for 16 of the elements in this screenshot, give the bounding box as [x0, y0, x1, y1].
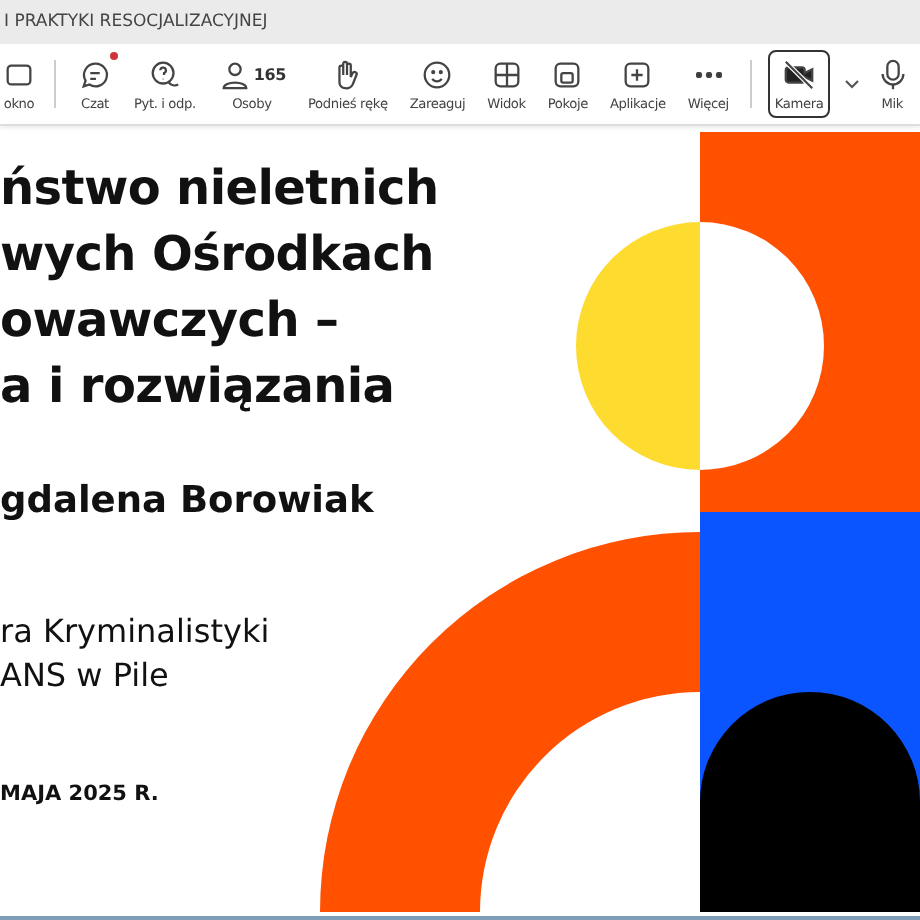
slide-title: ństwo nieletnich wych Ośrodkach owawczych – a i rozwiązania: [0, 158, 441, 418]
plus-square-icon: [620, 57, 655, 91]
author-name: gdalena Borowiak: [0, 480, 376, 522]
grid-icon: [489, 57, 524, 91]
more-icon: [695, 71, 722, 77]
person-icon: [217, 57, 252, 91]
window-title: I PRAKTYKI RESOCJALIZACYJNEJ: [2, 10, 270, 36]
slide-date: MAJA 2025 R.: [0, 782, 161, 806]
chevron-down-icon[interactable]: [843, 76, 860, 92]
smiley-icon: [420, 57, 455, 91]
chat-icon: [78, 57, 112, 91]
question-bubble-icon: [147, 57, 182, 91]
camera-off-icon: [782, 57, 817, 91]
participant-count: 165: [253, 65, 286, 83]
affiliation-text: ra Kryminalistyki ANS w Pile: [0, 610, 272, 698]
rooms-icon: [550, 57, 585, 91]
